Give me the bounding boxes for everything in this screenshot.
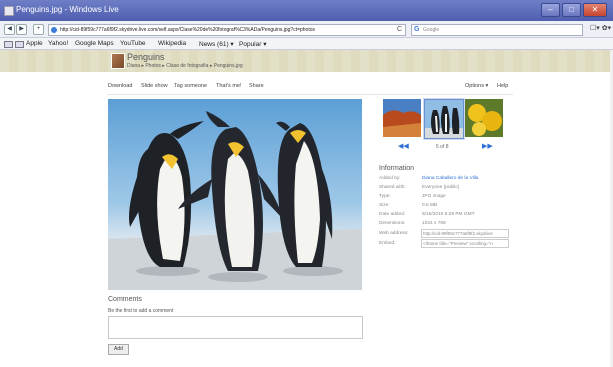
bookmark-wikipedia[interactable]: Wikipedia	[158, 40, 186, 47]
comments-heading: Comments	[108, 296, 142, 303]
thumbnail-desert[interactable]	[383, 99, 421, 137]
address-url[interactable]: http://cid-89f59c777a6f9f2.skydrive.live…	[60, 27, 315, 33]
info-label-date-added: Date added:	[379, 212, 406, 217]
maximize-button[interactable]: □	[562, 3, 581, 17]
previous-photos-button[interactable]: ◀◀	[398, 142, 409, 150]
minimize-button[interactable]: –	[541, 3, 560, 17]
search-input[interactable]: Google	[423, 27, 439, 33]
address-bar[interactable]: http://cid-89f59c777a6f9f2.skydrive.live…	[48, 24, 406, 36]
thumbnail-penguins[interactable]	[424, 99, 464, 139]
info-label-web-address: Web address:	[379, 231, 409, 236]
search-box[interactable]: G Google	[411, 24, 583, 36]
options-menu[interactable]: Options ▾	[465, 83, 488, 89]
reading-list-icon[interactable]	[4, 41, 13, 48]
info-value-type: JPG image	[422, 194, 446, 199]
bookmark-news[interactable]: News (61) ▾	[199, 40, 234, 48]
divider	[107, 94, 513, 95]
page-icon	[4, 6, 14, 16]
comments-prompt: Be the first to add a comment	[108, 308, 174, 314]
flowers-thumbnail-image	[465, 99, 503, 137]
back-button[interactable]: ◀	[4, 24, 15, 35]
info-value-date-added: 5/16/2010 8:29 PM GMT	[422, 212, 475, 217]
bookmark-popular[interactable]: Popular ▾	[239, 40, 266, 48]
info-value-added-by[interactable]: Diana Caballero de la Villa	[422, 176, 478, 181]
desert-thumbnail-image	[383, 99, 421, 137]
avatar[interactable]	[111, 53, 125, 69]
site-favicon-icon	[51, 27, 57, 33]
bookmark-yahoo[interactable]: Yahoo!	[48, 40, 68, 47]
comment-input[interactable]	[108, 316, 363, 339]
thumbnail-flowers[interactable]	[465, 99, 503, 137]
next-photos-button[interactable]: ▶▶	[482, 142, 493, 150]
photo-counter: 5 of 8	[436, 144, 449, 150]
window-controls: – □ ✕	[539, 3, 607, 17]
info-label-shared-with: Shared with:	[379, 185, 406, 190]
info-value-shared-with: Everyone (public)	[422, 185, 460, 190]
navigation-toolbar: ◀ ▶ + http://cid-89f59c777a6f9f2.skydriv…	[0, 21, 613, 38]
right-panel: ◀◀ 5 of 8 ▶▶ Information Added by: Diana…	[376, 97, 520, 365]
info-value-size: 0.5 MB	[422, 203, 438, 208]
tag-someone-link[interactable]: Tag someone	[174, 83, 207, 89]
photo-action-bar: Download Slide show Tag someone That's m…	[0, 80, 613, 92]
download-link[interactable]: Download	[108, 83, 132, 89]
embed-code-field[interactable]: <iframe title="Preview" scrolling="n	[421, 239, 509, 248]
thats-me-link[interactable]: That's me!	[216, 83, 242, 89]
main-photo[interactable]	[108, 99, 362, 290]
penguins-image	[108, 99, 362, 290]
info-value-dimensions: 1024 x 768	[422, 221, 446, 226]
toolbar-menu-icons[interactable]: ☐▾ ✿▾	[590, 24, 611, 32]
info-label-dimensions: Dimensions:	[379, 221, 406, 226]
google-icon: G	[414, 26, 420, 33]
info-label-size: Size:	[379, 203, 390, 208]
forward-button[interactable]: ▶	[16, 24, 27, 35]
add-comment-button[interactable]: Add	[108, 344, 129, 355]
info-label-type: Type:	[379, 194, 391, 199]
add-bookmark-button[interactable]: +	[33, 24, 44, 35]
help-link[interactable]: Help	[497, 83, 508, 89]
page-header-band	[0, 50, 613, 72]
window-titlebar: Penguins.jpg - Windows Live – □ ✕	[0, 0, 613, 21]
info-label-embed: Embed:	[379, 241, 396, 246]
bookmarks-bar: Apple Yahoo! Google Maps YouTube Wikiped…	[0, 38, 613, 50]
close-button[interactable]: ✕	[583, 3, 607, 17]
share-link[interactable]: Share	[249, 83, 264, 89]
bookmark-youtube[interactable]: YouTube	[120, 40, 146, 47]
information-heading: Information	[379, 165, 415, 172]
penguins-thumbnail-image	[425, 100, 463, 138]
bookmark-google-maps[interactable]: Google Maps	[75, 40, 114, 47]
window-title: Penguins.jpg - Windows Live	[16, 5, 119, 14]
slideshow-link[interactable]: Slide show	[141, 83, 168, 89]
bookmarks-grid-icon[interactable]	[15, 41, 24, 48]
info-label-added-by: Added by:	[379, 176, 401, 181]
reload-icon[interactable]: C	[397, 26, 402, 34]
web-address-field[interactable]: http://cid-89f59c777a6f9f2.skydrive	[421, 229, 509, 238]
breadcrumb[interactable]: Diana ▸ Photos ▸ Clase de fotografía ▸ P…	[127, 63, 243, 69]
bookmark-apple[interactable]: Apple	[26, 40, 43, 47]
page-title: Penguins	[127, 52, 165, 62]
